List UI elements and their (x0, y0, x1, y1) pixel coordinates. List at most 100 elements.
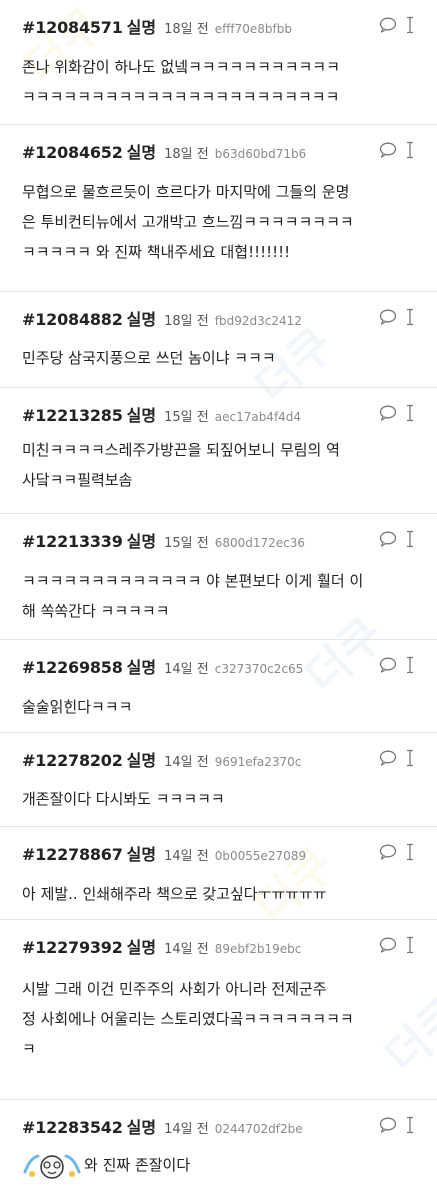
comment-number[interactable]: #12084882 (22, 310, 123, 329)
comment-author: 실명 (126, 658, 157, 677)
comment-line: 와 진짜 존잘이다 (22, 1150, 423, 1180)
comment-line: 개존잘이다 다시봐도 ㅋㅋㅋㅋㅋ (22, 790, 225, 808)
comment-line: 술술읽힌다ㅋㅋㅋ (22, 698, 133, 716)
comment-hash: b63d60bd71b6 (214, 147, 307, 161)
comment-time: 14일 전 (164, 662, 209, 677)
comment-hash: 0b0055e27089 (214, 849, 307, 863)
comment-number[interactable]: #12213285 (22, 406, 123, 425)
comment-time: 15일 전 (164, 536, 209, 551)
text-cursor-icon[interactable] (405, 1116, 415, 1134)
comment-time: 18일 전 (164, 147, 209, 162)
comment-reply-icon[interactable] (379, 1117, 397, 1133)
comment-actions (371, 747, 415, 769)
comment-item: #12084882 실명 18일 전 fbd92d3c2412 민주당 삼국지풍으로 … (0, 292, 437, 388)
comment-line: 사닼ㅋㅋ필력보솜 (22, 471, 133, 489)
comment-reply-icon[interactable] (379, 750, 397, 766)
comment-hash: efff70e8bfbb (214, 22, 292, 36)
comment-hash: 89ebf2b19ebc (214, 942, 302, 956)
comment-line: 무협으로 물흐르듯이 흐르다가 마지막에 그들의 운명 (22, 183, 350, 201)
text-cursor-icon[interactable] (405, 308, 415, 326)
comment-number[interactable]: #12084571 (22, 18, 123, 37)
emoticon-sticker (23, 1154, 81, 1179)
text-cursor-icon[interactable] (405, 843, 415, 861)
comment-time: 14일 전 (164, 942, 209, 957)
comment-meta: #12278867 실명 14일 전 0b0055e27089 (22, 841, 415, 864)
text-cursor-icon[interactable] (405, 530, 415, 548)
comment-body: 아 제발.. 인쇄해주라 책으로 갖고싶다ㅜㅠㅠㅠㅠ (22, 879, 423, 909)
text-cursor-icon[interactable] (405, 404, 415, 422)
comment-hash: 0244702df2be (214, 1122, 303, 1136)
comment-item: #12283542 실명 14일 전 0244702df2be 와 진짜 존잘이다 (0, 1100, 437, 1200)
comment-meta: #12283542 실명 14일 전 0244702df2be (22, 1114, 415, 1137)
comment-list: #12084571 실명 18일 전 efff70e8bfbb 존나 위화감이 하나도… (0, 0, 437, 1200)
text-cursor-icon[interactable] (405, 16, 415, 34)
comment-number[interactable]: #12213339 (22, 532, 123, 551)
comment-author: 실명 (126, 1118, 157, 1137)
comment-body: ㅋㅋㅋㅋㅋㅋㅋㅋㅋㅋㅋㅋㅋ 야 본편보다 이게 훨더 이 해 쏙쏙간다 ㅋㅋㅋㅋ… (22, 566, 423, 626)
comment-line: ㅋㅋㅋㅋㅋㅋㅋㅋㅋㅋㅋㅋㅋㅋㅋㅋㅋㅋㅋㅋㅋㅋㅋ (22, 88, 340, 106)
comment-reply-icon[interactable] (379, 937, 397, 953)
text-cursor-icon[interactable] (405, 749, 415, 767)
comment-meta: #12084652 실명 18일 전 b63d60bd71b6 (22, 139, 415, 162)
comment-author: 실명 (126, 845, 157, 864)
comment-hash: c327370c2c65 (214, 662, 304, 676)
comment-number[interactable]: #12283542 (22, 1118, 123, 1137)
comment-meta: #12278202 실명 14일 전 9691efa2370c (22, 747, 415, 770)
comment-author: 실명 (126, 18, 157, 37)
text-cursor-icon[interactable] (405, 936, 415, 954)
comment-time: 14일 전 (164, 755, 209, 770)
comment-item: #12278867 실명 14일 전 0b0055e27089 아 제발.. 인쇄해주… (0, 827, 437, 920)
comment-line: 미친ㅋㅋㅋㅋ스레주가방끈을 되짚어보니 무림의 역 (22, 441, 340, 459)
comment-reply-icon[interactable] (379, 657, 397, 673)
comment-body: 개존잘이다 다시봐도 ㅋㅋㅋㅋㅋ (22, 784, 423, 814)
comment-time: 18일 전 (164, 314, 209, 329)
text-cursor-icon[interactable] (405, 656, 415, 674)
comment-body: 술술읽힌다ㅋㅋㅋ (22, 692, 423, 722)
comment-actions (371, 139, 415, 161)
comment-reply-icon[interactable] (379, 142, 397, 158)
comment-meta: #12213339 실명 15일 전 6800d172ec36 (22, 528, 415, 551)
comment-line: 시발 그래 이건 민주주의 사회가 아니라 전제군주 (22, 980, 327, 998)
comment-reply-icon[interactable] (379, 17, 397, 33)
comment-number[interactable]: #12269858 (22, 658, 123, 677)
comment-number[interactable]: #12278867 (22, 845, 123, 864)
comment-reply-icon[interactable] (379, 405, 397, 421)
comment-reply-icon[interactable] (379, 844, 397, 860)
comment-meta: #12213285 실명 15일 전 aec17ab4f4d4 (22, 402, 415, 425)
comment-meta: #12269858 실명 14일 전 c327370c2c65 (22, 654, 415, 677)
comment-number[interactable]: #12279392 (22, 938, 123, 957)
comment-number[interactable]: #12084652 (22, 143, 123, 162)
comment-author: 실명 (126, 143, 157, 162)
comment-body: 와 진짜 존잘이다 (22, 1150, 423, 1180)
comment-reply-icon[interactable] (379, 309, 397, 325)
comment-actions (371, 528, 415, 550)
comment-meta: #12084571 실명 18일 전 efff70e8bfbb (22, 14, 415, 37)
comment-actions (371, 654, 415, 676)
comment-line: ㅋㅋㅋㅋㅋㅋㅋㅋㅋㅋㅋㅋㅋ 야 본편보다 이게 훨더 이 (22, 572, 364, 590)
comment-body: 무협으로 물흐르듯이 흐르다가 마지막에 그들의 운명 은 투비컨티뉴에서 고개… (22, 177, 423, 267)
comment-item: #12084652 실명 18일 전 b63d60bd71b6 무협으로 물흐르듯이 … (0, 125, 437, 292)
comment-meta: #12084882 실명 18일 전 fbd92d3c2412 (22, 306, 415, 329)
comment-reply-icon[interactable] (379, 531, 397, 547)
comment-body: 민주당 삼국지풍으로 쓰던 놈이냐 ㅋㅋㅋ (22, 343, 423, 373)
comment-body: 미친ㅋㅋㅋㅋ스레주가방끈을 되짚어보니 무림의 역 사닼ㅋㅋ필력보솜 (22, 435, 423, 495)
comment-hash: 6800d172ec36 (214, 536, 306, 550)
comment-body: 존나 위화감이 하나도 없넼ㅋㅋㅋㅋㅋㅋㅋㅋㅋㅋㅋ ㅋㅋㅋㅋㅋㅋㅋㅋㅋㅋㅋㅋㅋㅋ… (22, 52, 423, 112)
comment-author: 실명 (126, 310, 157, 329)
comment-line: 민주당 삼국지풍으로 쓰던 놈이냐 ㅋㅋㅋ (22, 349, 276, 367)
comment-actions (371, 402, 415, 424)
comment-line: ㅋㅋㅋㅋㅋ 와 진짜 책내주세요 대협!!!!!!! (22, 243, 291, 261)
comment-time: 18일 전 (164, 22, 209, 37)
comment-actions (371, 934, 415, 956)
comment-time: 14일 전 (164, 1122, 209, 1137)
text-cursor-icon[interactable] (405, 141, 415, 159)
comment-number[interactable]: #12278202 (22, 751, 123, 770)
comment-hash: 9691efa2370c (214, 755, 302, 769)
comment-time: 15일 전 (164, 410, 209, 425)
comment-line: 아 제발.. 인쇄해주라 책으로 갖고싶다ㅜㅠㅠㅠㅠ (22, 885, 327, 903)
comment-author: 실명 (126, 751, 157, 770)
comment-hash: fbd92d3c2412 (214, 314, 302, 328)
comment-author: 실명 (126, 406, 157, 425)
comment-item: #12213339 실명 15일 전 6800d172ec36 ㅋㅋㅋㅋㅋㅋㅋㅋㅋㅋㅋ… (0, 514, 437, 640)
comment-meta: #12279392 실명 14일 전 89ebf2b19ebc (22, 934, 415, 957)
